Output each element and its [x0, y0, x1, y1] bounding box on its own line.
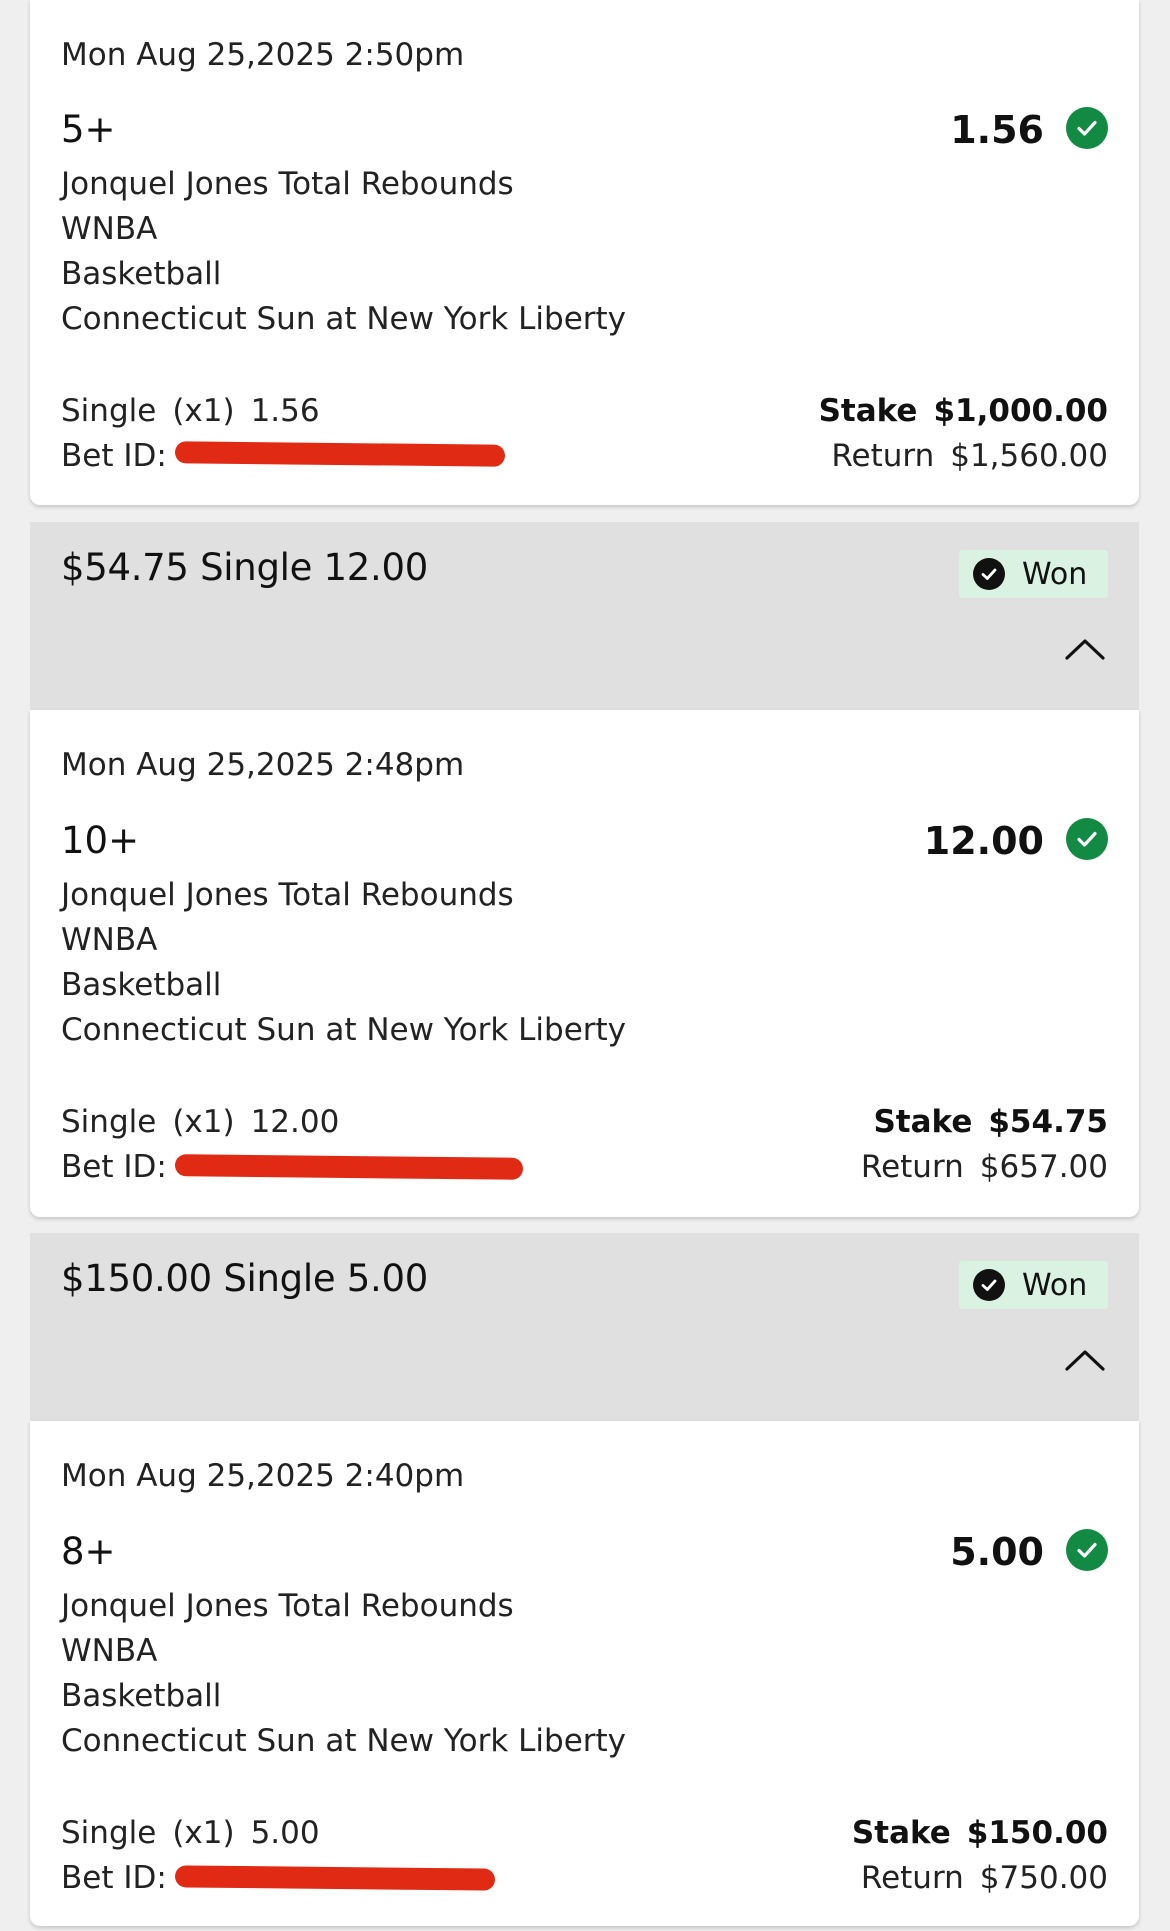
sport-name: Basketball	[61, 967, 222, 1003]
bet-summary-title: $150.00 Single 5.00	[61, 1257, 428, 1300]
return-label: Return	[860, 1149, 964, 1185]
bet-type: Single	[61, 1104, 157, 1140]
return-label: Return	[860, 1860, 964, 1896]
selection-odds: 12.00	[923, 819, 1044, 863]
stake-line: Stake $150.00	[852, 1815, 1108, 1851]
bet-header[interactable]: $150.00 Single 5.00 Won	[30, 1233, 1139, 1421]
market-name: Jonquel Jones Total Rebounds	[61, 1588, 514, 1624]
bet-multiplier: (x1)	[172, 1104, 235, 1140]
bet-summary-title: $54.75 Single 12.00	[61, 546, 428, 589]
event-name: Connecticut Sun at New York Liberty	[61, 301, 627, 337]
bet-header[interactable]: $54.75 Single 12.00 Won	[30, 522, 1139, 710]
sport-name: Basketball	[61, 256, 222, 292]
selection-label: 8+	[61, 1530, 116, 1573]
selection-label: 5+	[61, 108, 116, 151]
event-name: Connecticut Sun at New York Liberty	[61, 1723, 627, 1759]
bet-card: Mon Aug 25,2025 2:50pm 5+ 1.56 Jonquel J…	[30, 0, 1139, 505]
stake-line: Stake $1,000.00	[819, 393, 1108, 429]
status-label: Won	[1022, 556, 1088, 592]
chevron-up-icon[interactable]	[1065, 1349, 1105, 1371]
bet-id-redaction	[174, 441, 506, 467]
event-name: Connecticut Sun at New York Liberty	[61, 1012, 627, 1048]
return-line: Return $750.00	[861, 1860, 1108, 1896]
bet-type-odds: 1.56	[250, 393, 320, 429]
won-status-badge: Won	[959, 550, 1108, 598]
check-circle-icon	[1066, 1529, 1108, 1571]
bet-date: Mon Aug 25,2025 2:50pm	[61, 37, 465, 73]
bet-card: Mon Aug 25,2025 2:40pm 8+ 5.00 Jonquel J…	[30, 1421, 1139, 1926]
stake-value: $1,000.00	[933, 393, 1108, 429]
bet-id-redaction	[174, 1154, 524, 1180]
stake-line: Stake $54.75	[873, 1104, 1108, 1140]
bet-type-odds: 12.00	[250, 1104, 340, 1140]
return-line: Return $1,560.00	[831, 438, 1108, 474]
bet-id-label: Bet ID:	[61, 438, 167, 474]
bet-id-redaction	[174, 1865, 496, 1891]
selection-odds: 5.00	[950, 1530, 1044, 1574]
won-status-badge: Won	[959, 1261, 1108, 1309]
bet-type-line: Single (x1) 12.00	[61, 1104, 355, 1140]
return-value: $657.00	[979, 1149, 1108, 1185]
check-circle-icon	[1066, 818, 1108, 860]
stake-value: $54.75	[988, 1104, 1108, 1140]
bet-id-label: Bet ID:	[61, 1149, 167, 1185]
bet-date: Mon Aug 25,2025 2:40pm	[61, 1458, 465, 1494]
bet-type: Single	[61, 393, 157, 429]
stake-label: Stake	[818, 393, 918, 429]
bet-type-line: Single (x1) 5.00	[61, 1815, 336, 1851]
return-value: $750.00	[979, 1860, 1108, 1896]
bet-multiplier: (x1)	[172, 393, 235, 429]
bet-id-label: Bet ID:	[61, 1860, 167, 1896]
bet-multiplier: (x1)	[172, 1815, 235, 1851]
bet-type: Single	[61, 1815, 157, 1851]
stake-label: Stake	[873, 1104, 973, 1140]
check-circle-icon	[973, 1269, 1005, 1301]
bet-type-line: Single (x1) 1.56	[61, 393, 336, 429]
bet-card: Mon Aug 25,2025 2:48pm 10+ 12.00 Jonquel…	[30, 710, 1139, 1217]
check-circle-icon	[973, 558, 1005, 590]
return-line: Return $657.00	[861, 1149, 1108, 1185]
market-name: Jonquel Jones Total Rebounds	[61, 877, 514, 913]
check-circle-icon	[1066, 107, 1108, 149]
league-name: WNBA	[61, 211, 158, 247]
stake-label: Stake	[851, 1815, 951, 1851]
return-value: $1,560.00	[950, 438, 1108, 474]
return-label: Return	[831, 438, 935, 474]
stake-value: $150.00	[966, 1815, 1108, 1851]
selection-label: 10+	[61, 819, 140, 862]
bet-type-odds: 5.00	[250, 1815, 320, 1851]
selection-odds: 1.56	[950, 108, 1044, 152]
league-name: WNBA	[61, 1633, 158, 1669]
sport-name: Basketball	[61, 1678, 222, 1714]
status-label: Won	[1022, 1267, 1088, 1303]
league-name: WNBA	[61, 922, 158, 958]
chevron-up-icon[interactable]	[1065, 638, 1105, 660]
bet-date: Mon Aug 25,2025 2:48pm	[61, 747, 465, 783]
market-name: Jonquel Jones Total Rebounds	[61, 166, 514, 202]
